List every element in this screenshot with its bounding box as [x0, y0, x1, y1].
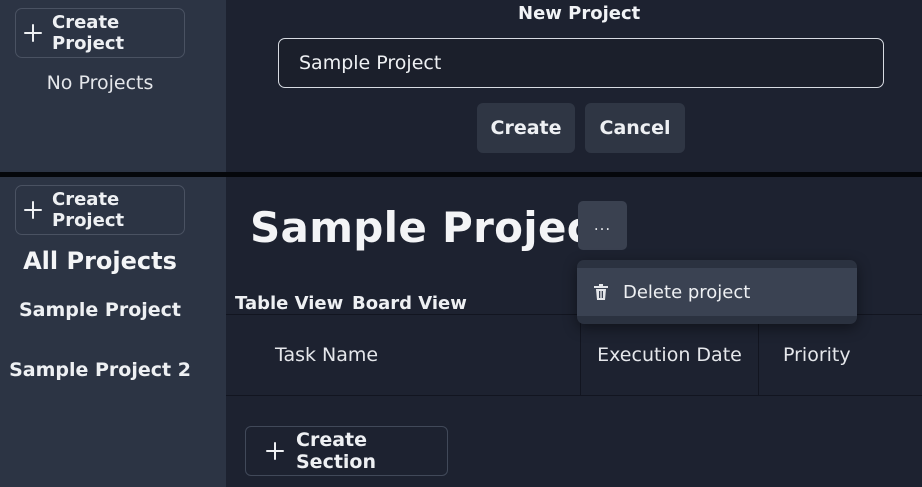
create-project-button[interactable]: Create Project [15, 8, 185, 58]
project-name-input[interactable] [278, 38, 884, 88]
new-project-form: New Project Create Cancel [226, 0, 922, 172]
cancel-button[interactable]: Cancel [585, 103, 685, 153]
column-header-priority[interactable]: Priority [759, 315, 922, 395]
sidebar: Create Project No Projects [0, 0, 226, 172]
form-title: New Project [518, 3, 641, 24]
sidebar-item-sample-project-2[interactable]: Sample Project 2 [0, 359, 200, 381]
tab-table-view[interactable]: Table View [235, 293, 343, 314]
sidebar-item-sample-project[interactable]: Sample Project [0, 299, 200, 321]
page-title: Sample Project [250, 203, 613, 252]
plus-icon [266, 442, 284, 460]
column-header-execution-date[interactable]: Execution Date [581, 315, 759, 395]
create-button[interactable]: Create [477, 103, 575, 153]
delete-project-menu-item[interactable]: Delete project [577, 268, 857, 316]
plus-icon [24, 201, 42, 219]
create-section-button[interactable]: Create Section [245, 426, 448, 476]
no-projects-text: No Projects [46, 72, 154, 94]
trash-icon [594, 284, 608, 300]
tab-board-view[interactable]: Board View [352, 293, 467, 314]
project-options-menu: Delete project [577, 260, 857, 324]
more-options-button[interactable]: ... [578, 201, 627, 250]
sidebar: Create Project All Projects Sample Proje… [0, 177, 226, 487]
project-panel: Create Project All Projects Sample Proje… [0, 177, 922, 487]
all-projects-heading[interactable]: All Projects [0, 247, 200, 275]
ellipsis-icon: ... [593, 216, 612, 234]
delete-project-label: Delete project [623, 281, 751, 303]
new-project-panel: Create Project No Projects New Project C… [0, 0, 922, 172]
plus-icon [24, 24, 42, 42]
table-header: Task Name Execution Date Priority [226, 314, 922, 396]
create-project-button[interactable]: Create Project [15, 185, 185, 235]
create-project-label: Create Project [52, 189, 125, 231]
create-section-label: Create Section [296, 429, 377, 473]
project-main: Sample Project ... Table View Board View… [226, 177, 922, 487]
create-project-label: Create Project [52, 12, 125, 54]
column-header-task-name[interactable]: Task Name [226, 315, 581, 395]
